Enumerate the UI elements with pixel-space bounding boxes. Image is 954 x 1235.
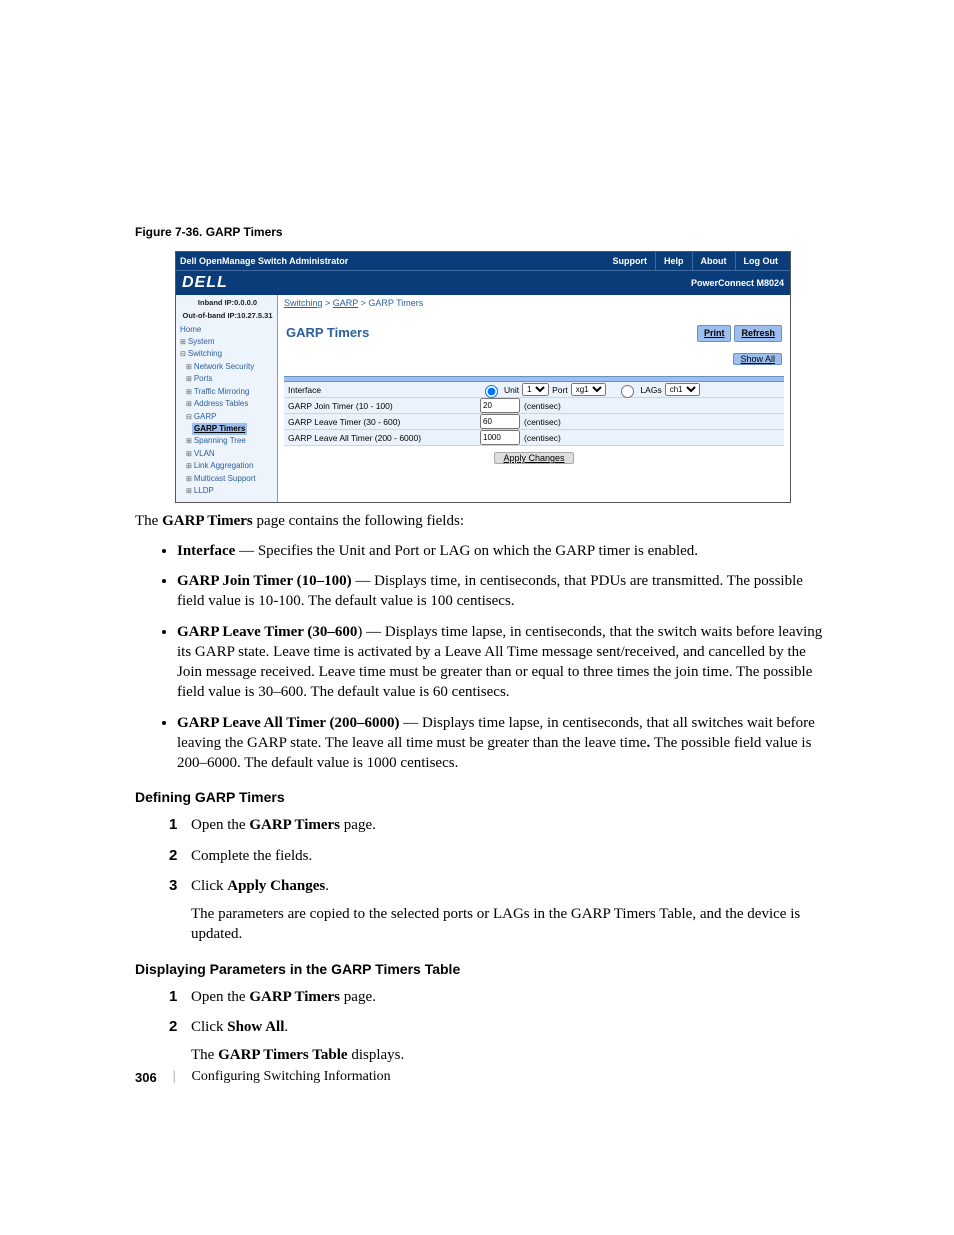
sidebar-ports[interactable]: Ports bbox=[186, 373, 275, 386]
row-interface: Interface Unit 1 Port xg1 LAGs ch1 bbox=[284, 382, 784, 398]
sidebar-system[interactable]: System bbox=[180, 336, 275, 349]
intro-paragraph: The GARP Timers page contains the follow… bbox=[135, 511, 824, 531]
sidebar-vlan[interactable]: VLAN bbox=[186, 448, 275, 461]
sidebar-lldp[interactable]: LLDP bbox=[186, 485, 275, 498]
list-item: Interface — Specifies the Unit and Port … bbox=[177, 541, 824, 561]
sidebar-garp[interactable]: GARP bbox=[186, 411, 275, 424]
leave-timer-unit: (centisec) bbox=[524, 417, 561, 427]
join-timer-unit: (centisec) bbox=[524, 401, 561, 411]
brand-logo: DELL bbox=[182, 274, 228, 292]
unit-radio[interactable] bbox=[485, 385, 498, 398]
nav-support[interactable]: Support bbox=[604, 252, 656, 270]
list-item: GARP Leave All Timer (200–6000) — Displa… bbox=[177, 713, 824, 774]
brand-row: DELL PowerConnect M8024 bbox=[176, 270, 790, 295]
crumb-switching[interactable]: Switching bbox=[284, 298, 323, 308]
leave-timer-input[interactable] bbox=[480, 414, 520, 429]
leave-timer-label: GARP Leave Timer (30 - 600) bbox=[288, 417, 480, 427]
page: Figure 7-36. GARP Timers Dell OpenManage… bbox=[0, 0, 954, 1235]
step-note: The parameters are copied to the selecte… bbox=[191, 904, 824, 945]
row-leave-all-timer: GARP Leave All Timer (200 - 6000) (centi… bbox=[284, 430, 784, 446]
unit-select[interactable]: 1 bbox=[522, 383, 549, 396]
join-timer-label: GARP Join Timer (10 - 100) bbox=[288, 401, 480, 411]
heading-displaying: Displaying Parameters in the GARP Timers… bbox=[135, 961, 824, 977]
app-title: Dell OpenManage Switch Administrator bbox=[180, 256, 604, 266]
interface-label: Interface bbox=[288, 385, 480, 395]
main-panel: Switching > GARP > GARP Timers GARP Time… bbox=[278, 295, 790, 502]
sidebar-network-security[interactable]: Network Security bbox=[186, 361, 275, 374]
list-item: GARP Leave Timer (30–600) — Displays tim… bbox=[177, 622, 824, 703]
apply-changes-button[interactable]: Apply Changes bbox=[494, 452, 573, 464]
sidebar-garp-timers[interactable]: GARP Timers bbox=[192, 423, 247, 435]
row-leave-timer: GARP Leave Timer (30 - 600) (centisec) bbox=[284, 414, 784, 430]
sidebar-home[interactable]: Home bbox=[180, 324, 275, 336]
join-timer-input[interactable] bbox=[480, 398, 520, 413]
figure-caption: Figure 7-36. GARP Timers bbox=[135, 225, 824, 239]
crumb-garp[interactable]: GARP bbox=[333, 298, 358, 308]
sidebar-spanning-tree[interactable]: Spanning Tree bbox=[186, 435, 275, 448]
list-item: Click Apply Changes. The parameters are … bbox=[169, 876, 824, 945]
list-item: GARP Join Timer (10–100) — Displays time… bbox=[177, 571, 824, 612]
leave-all-timer-unit: (centisec) bbox=[524, 433, 561, 443]
steps-defining: Open the GARP Timers page. Complete the … bbox=[169, 815, 824, 944]
list-item: Complete the fields. bbox=[169, 846, 824, 866]
inband-ip: Inband IP:0.0.0.0 bbox=[180, 297, 275, 308]
lags-radio[interactable] bbox=[621, 385, 634, 398]
footer-divider: | bbox=[173, 1069, 176, 1085]
form: Interface Unit 1 Port xg1 LAGs ch1 bbox=[278, 376, 790, 465]
list-item: Open the GARP Timers page. bbox=[169, 815, 824, 835]
port-select[interactable]: xg1 bbox=[571, 383, 606, 396]
port-label: Port bbox=[552, 385, 568, 395]
sidebar-switching[interactable]: Switching bbox=[180, 348, 275, 361]
footer-section: Configuring Switching Information bbox=[192, 1069, 391, 1085]
nav-help[interactable]: Help bbox=[656, 252, 693, 270]
list-item: Click Show All. The GARP Timers Table di… bbox=[169, 1017, 824, 1066]
field-list: Interface — Specifies the Unit and Port … bbox=[177, 541, 824, 774]
list-item: Open the GARP Timers page. bbox=[169, 987, 824, 1007]
panel-title: GARP Timers bbox=[286, 325, 369, 342]
unit-label: Unit bbox=[504, 385, 519, 395]
print-button[interactable]: Print bbox=[697, 325, 732, 342]
step-note: The GARP Timers Table displays. bbox=[191, 1045, 824, 1065]
app-top-bar: Dell OpenManage Switch Administrator Sup… bbox=[176, 252, 790, 270]
sidebar: Inband IP:0.0.0.0 Out-of-band IP:10.27.5… bbox=[176, 295, 278, 502]
crumb-garp-timers: GARP Timers bbox=[368, 298, 423, 308]
outofband-ip: Out-of-band IP:10.27.5.31 bbox=[180, 310, 275, 321]
row-join-timer: GARP Join Timer (10 - 100) (centisec) bbox=[284, 398, 784, 414]
heading-defining: Defining GARP Timers bbox=[135, 789, 824, 805]
nav-logout[interactable]: Log Out bbox=[736, 252, 787, 270]
sidebar-address-tables[interactable]: Address Tables bbox=[186, 398, 275, 411]
leave-all-timer-input[interactable] bbox=[480, 430, 520, 445]
page-footer: 306 | Configuring Switching Information bbox=[135, 1069, 391, 1085]
refresh-button[interactable]: Refresh bbox=[734, 325, 782, 342]
nav-about[interactable]: About bbox=[693, 252, 736, 270]
page-number: 306 bbox=[135, 1070, 157, 1085]
sidebar-link-aggregation[interactable]: Link Aggregation bbox=[186, 460, 275, 473]
lags-label: LAGs bbox=[640, 385, 661, 395]
lags-select[interactable]: ch1 bbox=[665, 383, 700, 396]
show-all-button[interactable]: Show All bbox=[733, 353, 782, 365]
breadcrumb: Switching > GARP > GARP Timers bbox=[278, 295, 790, 311]
sidebar-multicast-support[interactable]: Multicast Support bbox=[186, 473, 275, 486]
leave-all-timer-label: GARP Leave All Timer (200 - 6000) bbox=[288, 433, 480, 443]
product-name: PowerConnect M8024 bbox=[691, 278, 784, 288]
steps-displaying: Open the GARP Timers page. Click Show Al… bbox=[169, 987, 824, 1066]
sidebar-traffic-mirroring[interactable]: Traffic Mirroring bbox=[186, 386, 275, 399]
screenshot-figure: Dell OpenManage Switch Administrator Sup… bbox=[175, 251, 791, 503]
